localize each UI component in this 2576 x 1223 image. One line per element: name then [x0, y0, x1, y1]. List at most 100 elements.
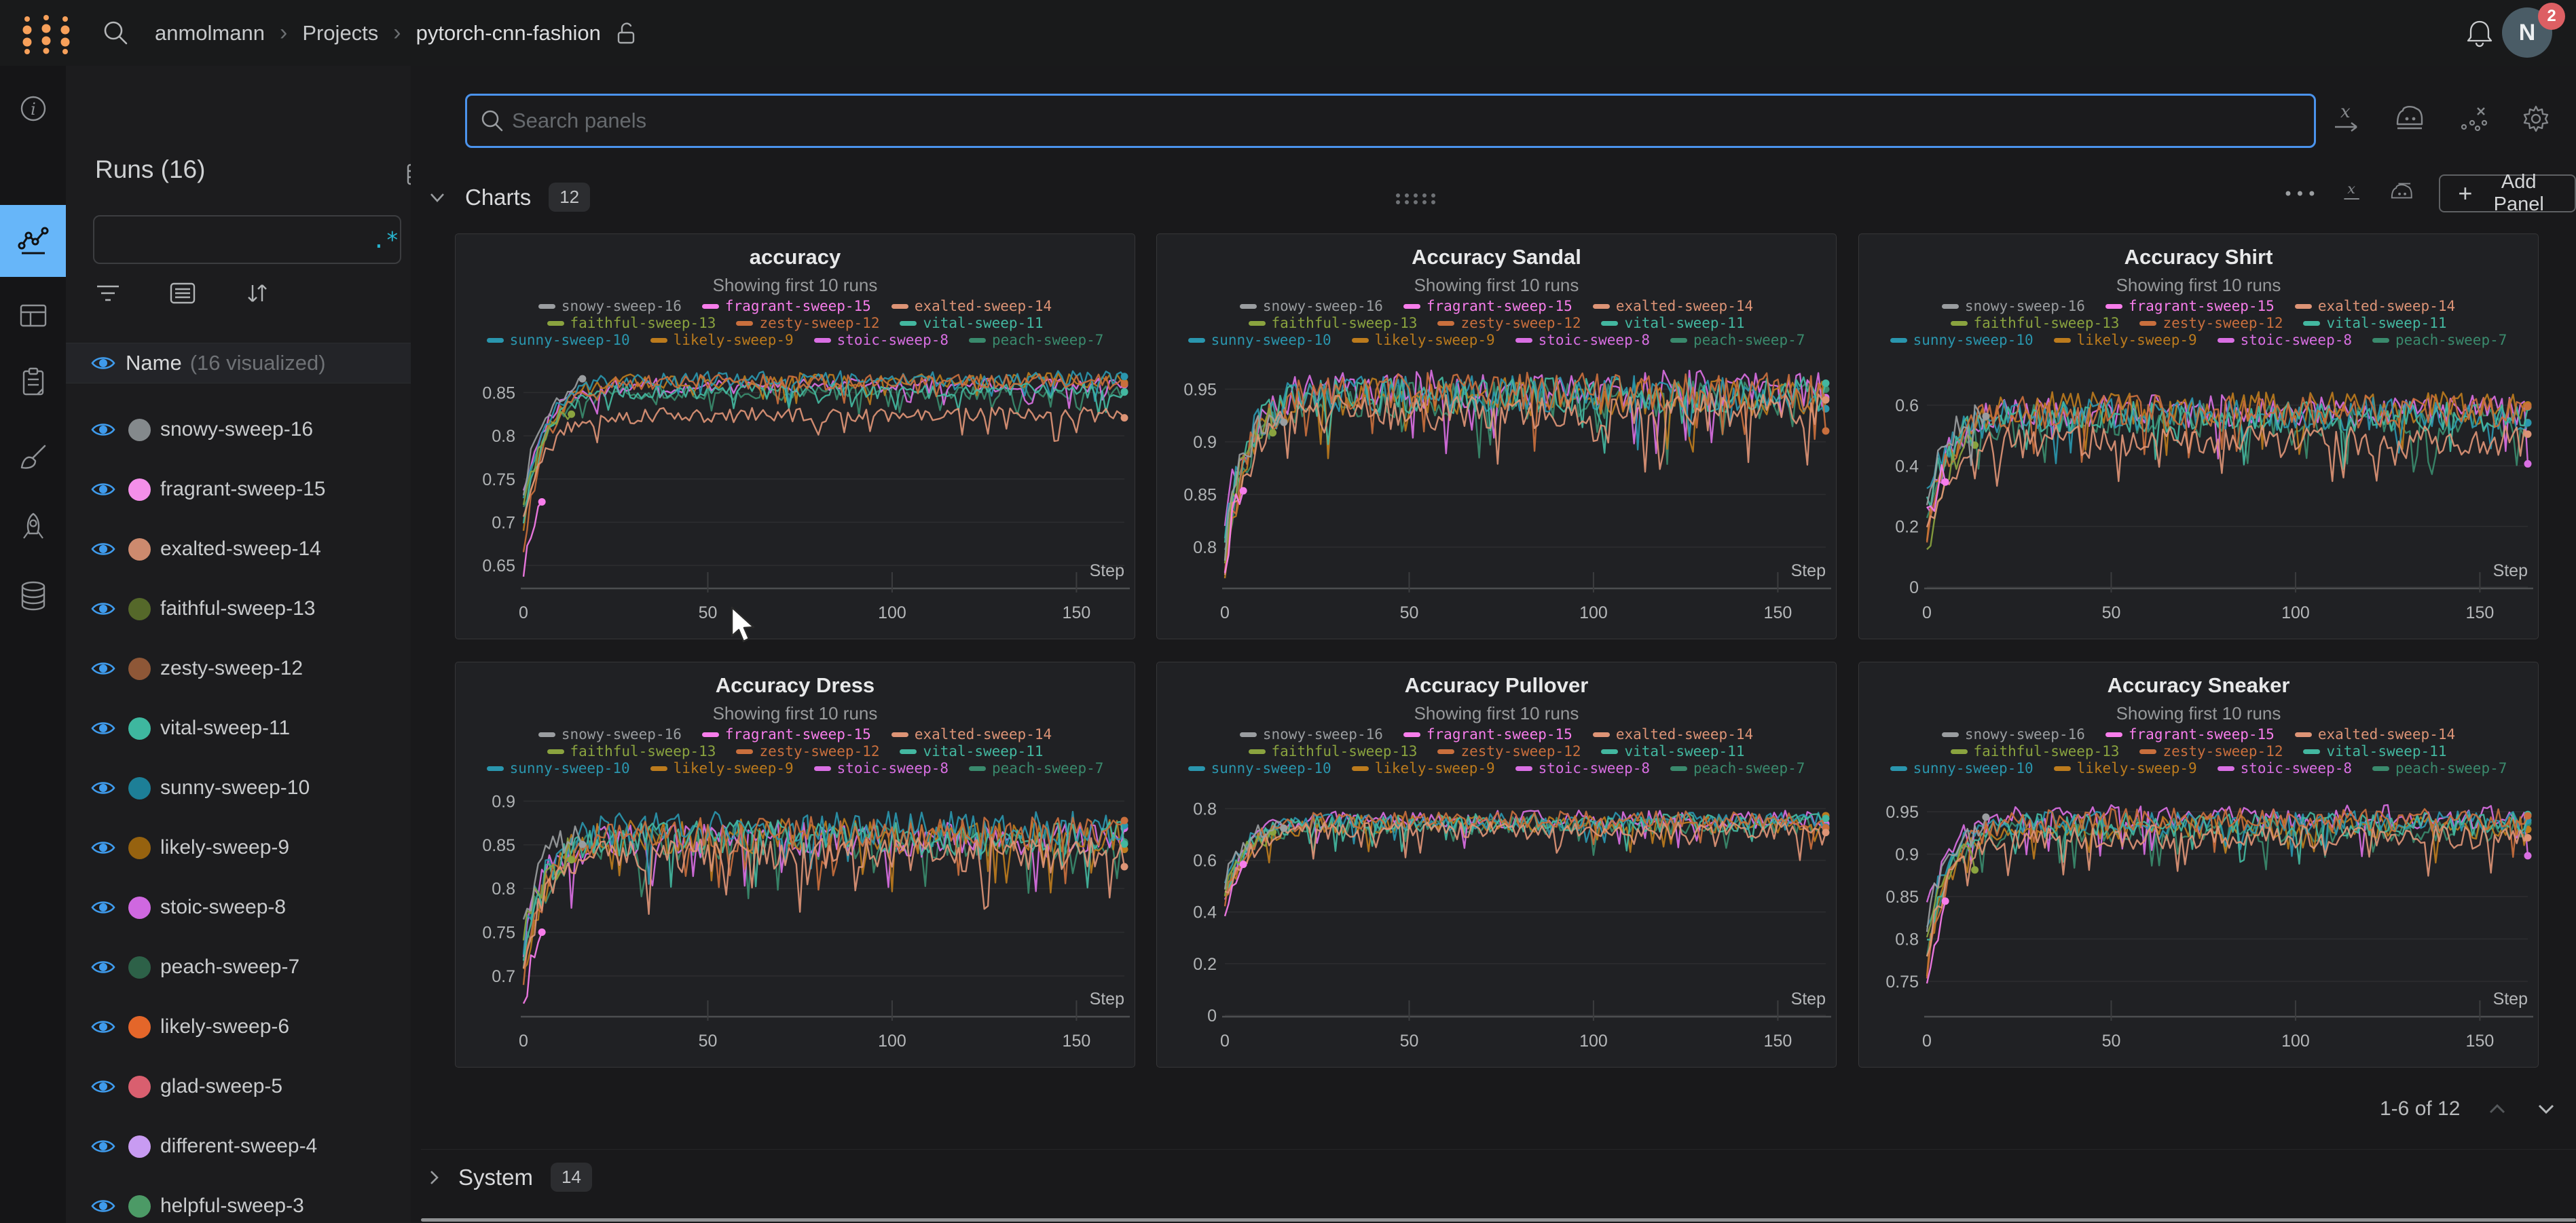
panel-search-bar[interactable]	[465, 94, 2316, 148]
eye-icon[interactable]	[90, 719, 116, 737]
run-row[interactable]: vital-sweep-11	[66, 698, 411, 758]
run-search-input[interactable]	[105, 229, 372, 251]
smoothing-iron-icon[interactable]	[2389, 179, 2416, 208]
run-name[interactable]: faithful-sweep-13	[160, 597, 315, 620]
chart-plot[interactable]: 0.70.750.80.850.9050100150Step	[456, 662, 1135, 1067]
clipboard-icon[interactable]	[18, 366, 49, 398]
run-name[interactable]: zesty-sweep-12	[160, 657, 303, 680]
run-list-header[interactable]: Name (16 visualized)	[66, 343, 411, 383]
run-name[interactable]: likely-sweep-6	[160, 1015, 289, 1038]
run-row[interactable]: likely-sweep-9	[66, 818, 411, 878]
run-name[interactable]: snowy-sweep-16	[160, 418, 313, 441]
regex-toggle-icon[interactable]: .*	[372, 227, 411, 253]
eye-icon[interactable]	[90, 958, 116, 976]
run-row[interactable]: helpful-sweep-3	[66, 1176, 411, 1223]
run-row[interactable]: exalted-sweep-14	[66, 519, 411, 579]
breadcrumb-user[interactable]: anmolmann	[155, 21, 265, 45]
gear-icon[interactable]	[2520, 102, 2552, 135]
run-name[interactable]: glad-sweep-5	[160, 1075, 282, 1098]
run-row[interactable]: different-sweep-4	[66, 1116, 411, 1176]
run-name[interactable]: fragrant-sweep-15	[160, 478, 325, 501]
svg-text:x: x	[2340, 102, 2351, 122]
panel-search-input[interactable]	[505, 109, 2314, 133]
section-drag-handle-icon[interactable]	[1394, 192, 1439, 206]
horizontal-scrollbar[interactable]	[421, 1218, 2576, 1222]
table-icon[interactable]	[18, 300, 49, 331]
eye-icon[interactable]	[90, 779, 116, 797]
database-icon[interactable]	[18, 580, 49, 612]
run-color-dot	[128, 717, 151, 740]
chart-plot[interactable]: 0.650.70.750.80.85050100150Step	[456, 234, 1135, 639]
chart-plot[interactable]: 00.20.40.60.8050100150Step	[1157, 662, 1836, 1067]
info-icon[interactable]: i	[18, 93, 49, 124]
run-name[interactable]: peach-sweep-7	[160, 956, 299, 979]
run-name[interactable]: helpful-sweep-3	[160, 1194, 304, 1218]
chart-panel[interactable]: Accuracy PulloverShowing first 10 runssn…	[1156, 662, 1837, 1068]
run-row[interactable]: fragrant-sweep-15	[66, 459, 411, 519]
chart-panel[interactable]: accuracyShowing first 10 runssnowy-sweep…	[455, 233, 1135, 639]
x-axis-icon[interactable]: x	[2331, 102, 2363, 135]
breadcrumb-project-name[interactable]: pytorch-cnn-fashion	[416, 21, 601, 45]
eye-icon[interactable]	[90, 481, 116, 498]
page-up-icon[interactable]	[2486, 1102, 2509, 1116]
filter-icon[interactable]	[93, 280, 123, 307]
add-panel-button[interactable]: + Add Panel	[2439, 174, 2576, 212]
group-list-icon[interactable]	[168, 280, 198, 307]
more-options-icon[interactable]	[2283, 188, 2317, 199]
eye-icon[interactable]	[90, 1137, 116, 1155]
eye-icon[interactable]	[90, 839, 116, 857]
run-name[interactable]: exalted-sweep-14	[160, 538, 321, 561]
run-name[interactable]: sunny-sweep-10	[160, 776, 310, 799]
svg-text:0.8: 0.8	[1193, 799, 1217, 819]
sort-icon[interactable]	[242, 280, 272, 307]
chart-panel[interactable]: Accuracy SandalShowing first 10 runssnow…	[1156, 233, 1837, 639]
eye-icon[interactable]	[90, 600, 116, 618]
run-row[interactable]: peach-sweep-7	[66, 937, 411, 997]
svg-text:150: 150	[1063, 1032, 1091, 1051]
svg-text:Step: Step	[1090, 561, 1124, 580]
wandb-logo-icon[interactable]	[19, 12, 77, 56]
breadcrumb-projects[interactable]: Projects	[302, 21, 378, 45]
rail-item-workspace-active[interactable]	[0, 205, 66, 277]
eye-icon[interactable]	[90, 540, 116, 558]
run-row[interactable]: glad-sweep-5	[66, 1057, 411, 1116]
run-row[interactable]: sunny-sweep-10	[66, 758, 411, 818]
run-row[interactable]: zesty-sweep-12	[66, 639, 411, 698]
run-row[interactable]: snowy-sweep-16	[66, 400, 411, 459]
run-name[interactable]: different-sweep-4	[160, 1135, 317, 1158]
smoothing-iron-icon[interactable]	[2393, 104, 2427, 134]
run-row[interactable]: faithful-sweep-13	[66, 579, 411, 639]
chart-panel[interactable]: Accuracy DressShowing first 10 runssnowy…	[455, 662, 1135, 1068]
notifications-bell-icon[interactable]	[2465, 18, 2495, 49]
run-name[interactable]: stoic-sweep-8	[160, 896, 286, 919]
eye-icon[interactable]	[90, 1197, 116, 1215]
eye-icon[interactable]	[90, 1018, 116, 1036]
run-row[interactable]: likely-sweep-6	[66, 997, 411, 1057]
breadcrumb-separator: ›	[280, 20, 287, 46]
x-axis-icon[interactable]: x	[2340, 178, 2366, 208]
brush-icon[interactable]	[18, 442, 49, 473]
charts-section-label: Charts	[465, 185, 531, 210]
chart-plot[interactable]: 0.80.850.90.95050100150Step	[1157, 234, 1836, 639]
run-name[interactable]: vital-sweep-11	[160, 717, 290, 740]
rocket-icon[interactable]	[18, 511, 49, 542]
chart-plot[interactable]: 00.20.40.6050100150Step	[1859, 234, 2538, 639]
chart-plot[interactable]: 0.750.80.850.90.95050100150Step	[1859, 662, 2538, 1067]
page-down-icon[interactable]	[2535, 1102, 2558, 1116]
eye-icon[interactable]	[90, 899, 116, 916]
chart-panel[interactable]: Accuracy SneakerShowing first 10 runssno…	[1858, 662, 2539, 1068]
run-search-box[interactable]: .*	[93, 215, 401, 264]
svg-text:0.95: 0.95	[1183, 380, 1217, 399]
eye-icon[interactable]	[90, 660, 116, 677]
charts-section-header[interactable]: Charts 12	[427, 183, 590, 212]
system-section-header[interactable]: System 14	[427, 1163, 592, 1192]
chart-panel[interactable]: Accuracy ShirtShowing first 10 runssnowy…	[1858, 233, 2539, 639]
left-icon-rail: i	[0, 66, 66, 1223]
eye-icon[interactable]	[90, 421, 116, 438]
run-row[interactable]: stoic-sweep-8	[66, 878, 411, 937]
global-search-icon[interactable]	[102, 19, 130, 48]
eye-icon[interactable]	[90, 354, 116, 372]
outliers-icon[interactable]	[2457, 102, 2490, 135]
eye-icon[interactable]	[90, 1078, 116, 1095]
run-name[interactable]: likely-sweep-9	[160, 836, 289, 859]
